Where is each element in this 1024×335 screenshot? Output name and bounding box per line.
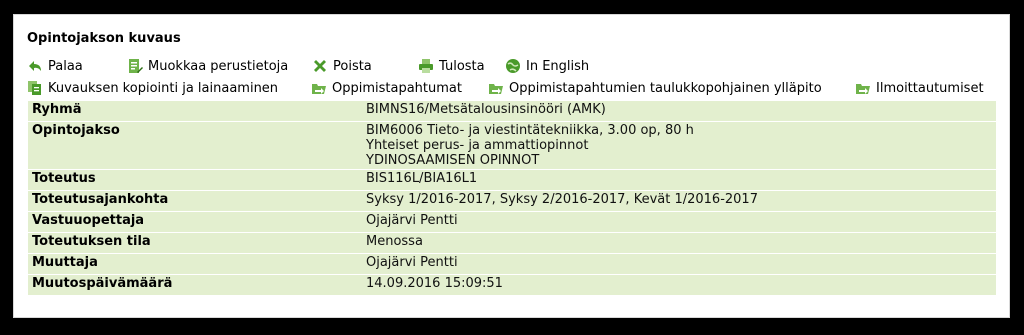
delete-x-icon xyxy=(312,58,328,74)
row-label: Muuttaja xyxy=(28,254,362,274)
row-value: Menossa xyxy=(362,233,996,253)
table-row: Opintojakso BIM6006 Tieto- ja viestintät… xyxy=(28,122,996,169)
learning-events-table-label: Oppimistapahtumien taulukkopohjainen yll… xyxy=(509,80,822,96)
printer-icon xyxy=(418,58,434,74)
row-label: Toteutusajankohta xyxy=(28,191,362,211)
back-button[interactable]: Palaa xyxy=(27,58,83,74)
table-row: Ryhmä BIMNS16/Metsätalousinsinööri (AMK) xyxy=(28,101,996,121)
row-label: Muutospäivämäärä xyxy=(28,275,362,295)
enrollments-button[interactable]: Ilmoittautumiset xyxy=(855,80,984,96)
edit-document-icon xyxy=(127,58,143,74)
folder-arrow-icon xyxy=(488,80,504,96)
table-row: Toteutuksen tila Menossa xyxy=(28,233,996,253)
print-button[interactable]: Tulosta xyxy=(418,58,485,74)
course-description-panel: Opintojakson kuvaus Palaa Muokkaa perust… xyxy=(13,14,1010,318)
row-label: Ryhmä xyxy=(28,101,362,121)
copy-description-button[interactable]: Kuvauksen kopiointi ja lainaaminen xyxy=(27,80,278,96)
back-label: Palaa xyxy=(48,58,83,74)
print-label: Tulosta xyxy=(439,58,485,74)
copy-description-label: Kuvauksen kopiointi ja lainaaminen xyxy=(48,80,279,96)
row-label: Opintojakso xyxy=(28,122,362,169)
course-info-table: Ryhmä BIMNS16/Metsätalousinsinööri (AMK)… xyxy=(28,100,996,296)
copy-document-icon xyxy=(27,80,43,96)
row-label: Toteutus xyxy=(28,170,362,190)
learning-events-button[interactable]: Oppimistapahtumat xyxy=(311,80,462,96)
delete-label: Poista xyxy=(333,58,372,74)
row-value: 14.09.2016 15:09:51 xyxy=(362,275,996,295)
folder-arrow-icon xyxy=(855,80,871,96)
row-value: BIM6006 Tieto- ja viestintätekniikka, 3.… xyxy=(362,122,996,169)
row-value: Syksy 1/2016-2017, Syksy 2/2016-2017, Ke… xyxy=(362,191,996,211)
folder-arrow-icon xyxy=(311,80,327,96)
row-value: Ojajärvi Pentti xyxy=(362,254,996,274)
back-arrow-icon xyxy=(27,58,43,74)
in-english-button[interactable]: In English xyxy=(505,58,589,74)
table-row: Toteutusajankohta Syksy 1/2016-2017, Syk… xyxy=(28,191,996,211)
row-value: BIMNS16/Metsätalousinsinööri (AMK) xyxy=(362,101,996,121)
learning-events-table-button[interactable]: Oppimistapahtumien taulukkopohjainen yll… xyxy=(488,80,822,96)
page-title: Opintojakson kuvaus xyxy=(27,31,181,46)
row-label: Vastuuopettaja xyxy=(28,212,362,232)
row-value: BIS116L/BIA16L1 xyxy=(362,170,996,190)
edit-basic-info-label: Muokkaa perustietoja xyxy=(148,58,289,74)
row-value: Ojajärvi Pentti xyxy=(362,212,996,232)
edit-basic-info-button[interactable]: Muokkaa perustietoja xyxy=(127,58,288,74)
delete-button[interactable]: Poista xyxy=(312,58,372,74)
enrollments-label: Ilmoittautumiset xyxy=(876,80,984,96)
table-row: Muuttaja Ojajärvi Pentti xyxy=(28,254,996,274)
table-row: Vastuuopettaja Ojajärvi Pentti xyxy=(28,212,996,232)
learning-events-label: Oppimistapahtumat xyxy=(332,80,462,96)
table-row: Muutospäivämäärä 14.09.2016 15:09:51 xyxy=(28,275,996,295)
in-english-label: In English xyxy=(526,58,590,74)
row-label: Toteutuksen tila xyxy=(28,233,362,253)
globe-icon xyxy=(505,58,521,74)
table-row: Toteutus BIS116L/BIA16L1 xyxy=(28,170,996,190)
